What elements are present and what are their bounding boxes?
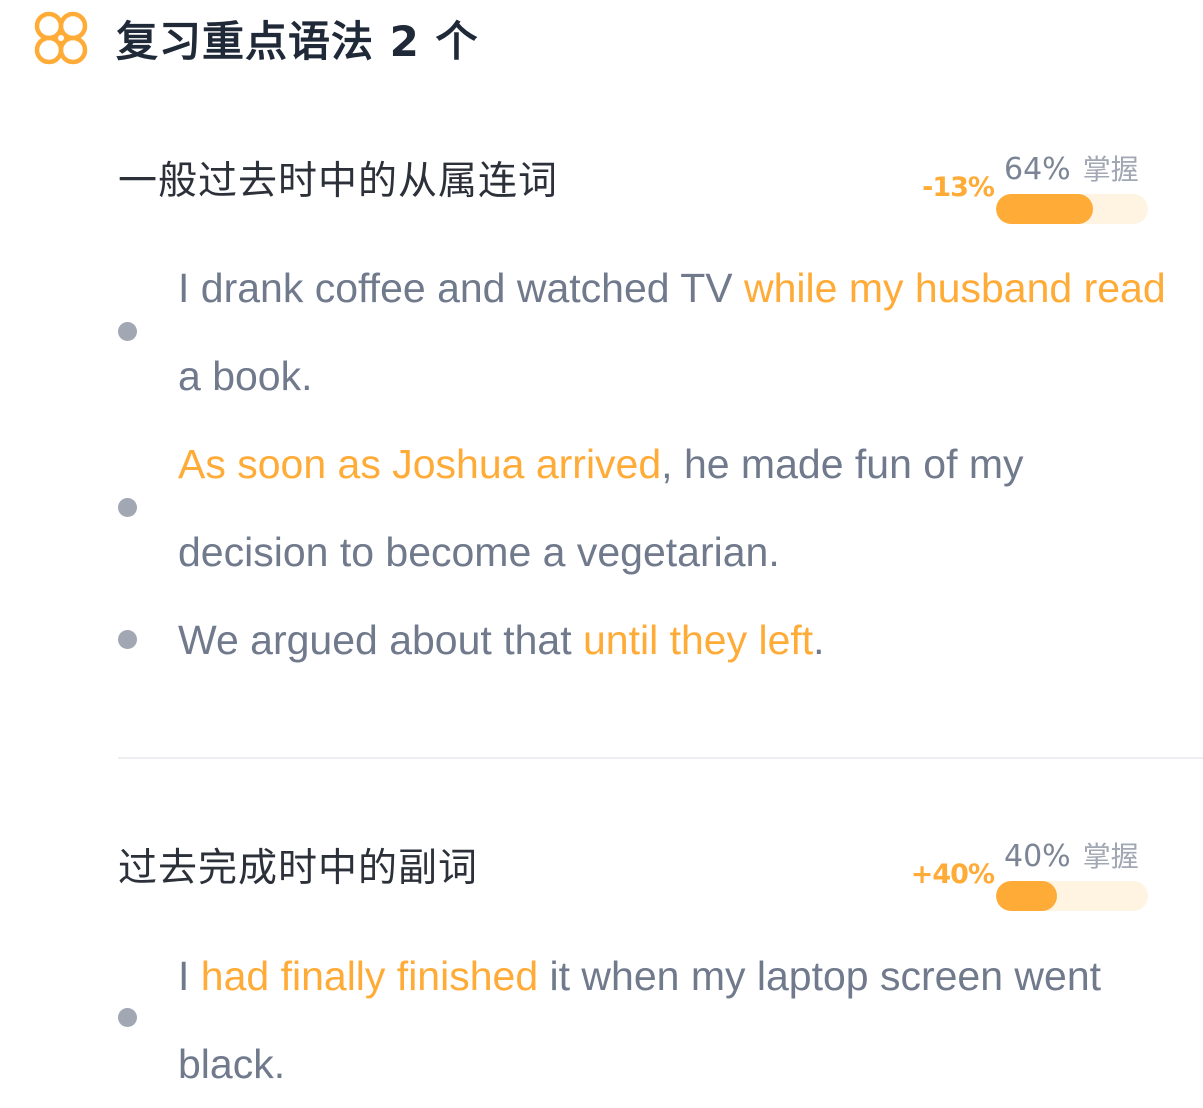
mastery-stat: -13% 64% 掌握 <box>908 148 1168 224</box>
page-title: 复习重点语法 2 个 <box>116 16 479 66</box>
grammar-title[interactable]: 过去完成时中的副词 <box>118 837 478 893</box>
mastery-percent-label: 掌握 <box>1082 840 1139 873</box>
mastery-percent-value: 64% <box>1004 152 1071 187</box>
example-sentence: As soon as Joshua arrived, he made fun o… <box>178 420 1178 596</box>
sentence-text: We argued about that <box>178 617 583 663</box>
sentence-text: I drank coffee and watched TV <box>178 265 745 311</box>
highlighted-phrase: had finally finished <box>200 953 539 999</box>
section-divider <box>118 757 1203 759</box>
highlighted-phrase: while my husband read <box>744 265 1166 311</box>
sentence-text: . <box>813 617 825 663</box>
mastery-progress-fill <box>996 881 1057 911</box>
bullet-dot <box>118 322 137 341</box>
page-header: 复习重点语法 2 个 <box>32 8 478 68</box>
mastery-percent: 64% 掌握 <box>1004 148 1139 188</box>
bullet-dot <box>118 630 137 649</box>
mastery-progress-bar <box>996 881 1148 911</box>
example-sentence: We argued about that until they left. <box>178 596 1178 684</box>
mastery-progress-bar <box>996 194 1148 224</box>
mastery-percent-value: 40% <box>1004 839 1071 874</box>
flower-knot-icon <box>34 11 88 65</box>
mastery-percent: 40% 掌握 <box>1004 835 1139 875</box>
bullet-dot <box>118 1008 137 1027</box>
mastery-stat: +40% 40% 掌握 <box>908 835 1168 911</box>
mastery-progress-fill <box>996 194 1094 224</box>
sentence-text: a book. <box>178 353 313 399</box>
example-sentence: I had finally finished it when my laptop… <box>178 932 1178 1108</box>
sentence-text: I <box>178 953 201 999</box>
grammar-title[interactable]: 一般过去时中的从属连词 <box>118 150 558 206</box>
highlighted-phrase: As soon as Joshua arrived <box>178 441 662 487</box>
mastery-delta: +40% <box>910 859 995 890</box>
highlighted-phrase: until they left <box>582 617 814 663</box>
mastery-percent-label: 掌握 <box>1082 153 1139 186</box>
bullet-dot <box>118 498 137 517</box>
mastery-delta: -13% <box>922 172 995 203</box>
example-sentence: I drank coffee and watched TV while my h… <box>178 244 1178 420</box>
